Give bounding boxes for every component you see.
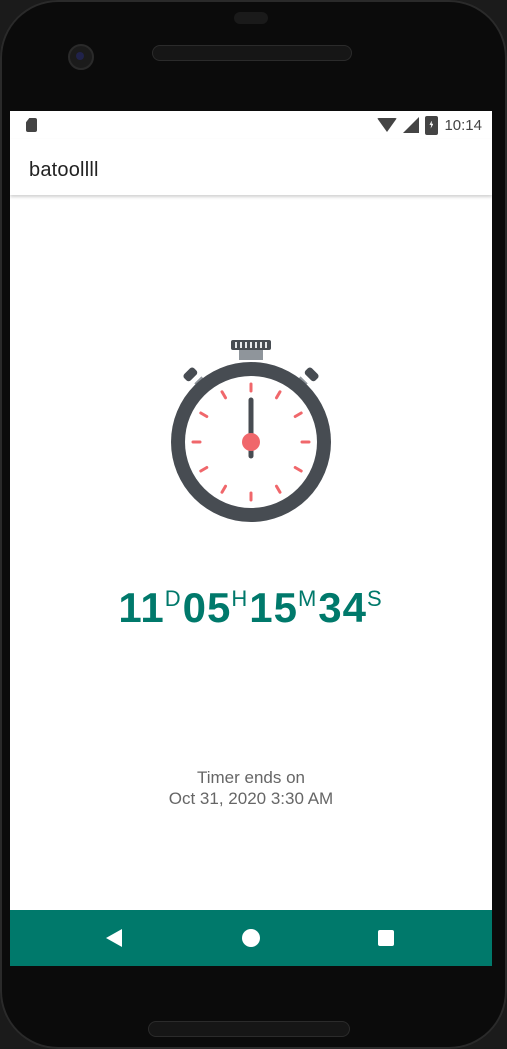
countdown-hours: 05 — [182, 584, 232, 631]
recent-apps-icon[interactable] — [378, 930, 394, 946]
countdown-minutes: 15 — [249, 584, 298, 631]
home-icon[interactable] — [242, 929, 260, 947]
phone-frame: 10:14 batoollll 11 D 05 H 15 M 34 S Time… — [0, 0, 507, 1049]
countdown-days: 11 — [118, 584, 165, 631]
status-time: 10:14 — [444, 116, 482, 134]
status-icons: 10:14 — [377, 115, 482, 135]
screen: 10:14 batoollll 11 D 05 H 15 M 34 S Time… — [10, 111, 492, 966]
countdown-days-unit: D — [164, 586, 181, 611]
countdown-seconds-unit: S — [366, 586, 382, 611]
countdown-minutes-unit: M — [297, 586, 317, 611]
app-bar: batoollll — [10, 139, 492, 195]
countdown-seconds: 34 — [318, 584, 367, 631]
signal-icon — [403, 117, 420, 133]
countdown-hours-unit: H — [231, 586, 248, 611]
back-icon[interactable] — [106, 929, 122, 947]
wifi-icon — [377, 118, 398, 132]
stopwatch-icon — [171, 340, 331, 522]
timer-end-datetime: Oct 31, 2020 3:30 AM — [168, 789, 334, 808]
countdown-display: 11 D 05 H 15 M 34 S — [10, 584, 492, 632]
status-bar: 10:14 — [10, 111, 492, 139]
timer-end-label: Timer ends on — [196, 768, 306, 787]
sensor — [234, 12, 268, 24]
navigation-bar — [10, 910, 492, 966]
bottom-speaker — [148, 1021, 350, 1037]
app-title: batoollll — [29, 159, 99, 181]
earpiece-speaker — [152, 45, 352, 61]
main-content: 11 D 05 H 15 M 34 S Timer ends on Oct 31… — [10, 197, 492, 910]
front-camera — [68, 44, 94, 70]
sd-card-icon — [26, 118, 37, 132]
battery-charging-icon — [425, 115, 439, 135]
timer-end-info: Timer ends on Oct 31, 2020 3:30 AM — [10, 767, 492, 809]
